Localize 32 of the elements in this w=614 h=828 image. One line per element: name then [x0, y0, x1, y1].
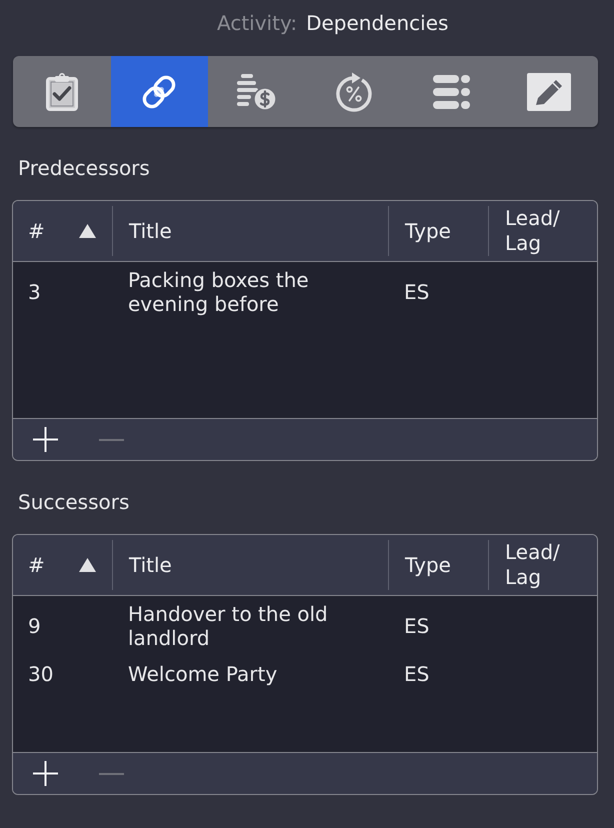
table-cell-text: ES	[403, 614, 430, 638]
clipboard-check-icon	[46, 72, 78, 110]
add-button[interactable]	[33, 427, 58, 452]
column-header[interactable]: Type	[388, 540, 488, 590]
list-icon	[433, 74, 470, 110]
table-cell-text: Handover to the old landlord	[127, 602, 329, 650]
column-header[interactable]: Lead/Lag	[488, 540, 597, 590]
column-header[interactable]: #	[13, 540, 112, 590]
plus-icon	[33, 761, 58, 786]
field-label: Activity:	[217, 11, 298, 35]
column-header[interactable]: Title	[112, 206, 388, 256]
minus-icon	[99, 438, 124, 440]
table-cell-text: 9	[27, 614, 42, 638]
column-header[interactable]: Type	[388, 206, 488, 256]
toolbar-tab[interactable]	[110, 56, 208, 127]
table-cell-text: ES	[403, 280, 430, 304]
table-cell-text: Packing boxes the evening before	[127, 268, 310, 316]
table-cell-text: 3	[27, 280, 42, 304]
table-cell-text: 30	[27, 662, 54, 686]
plus-icon	[33, 427, 58, 452]
column-header[interactable]: #	[13, 206, 112, 256]
pencil-square-icon	[527, 72, 572, 110]
column-header[interactable]: Lead/Lag	[488, 206, 597, 256]
section-title: Predecessors	[17, 156, 151, 180]
section-title: Successors	[17, 490, 130, 514]
dollar-coin-icon	[236, 72, 277, 110]
add-button[interactable]	[33, 761, 58, 786]
minus-icon	[99, 772, 124, 774]
table-cell-text: ES	[403, 662, 430, 686]
table-cell-text: Welcome Party	[127, 662, 278, 686]
activity-name: Dependencies	[306, 11, 448, 35]
column-header[interactable]: Title	[112, 540, 388, 590]
